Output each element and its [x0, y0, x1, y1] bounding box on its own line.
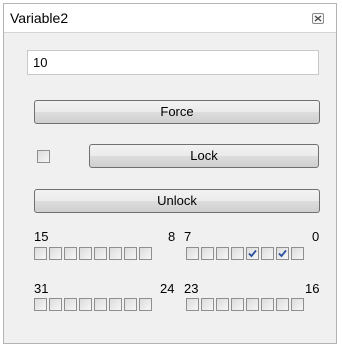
bit-label-0: 0 [312, 229, 320, 244]
bit-checkbox-26[interactable] [109, 298, 122, 311]
bit-checkbox-13[interactable] [64, 247, 77, 260]
bit-checkbox-14[interactable] [49, 247, 62, 260]
bit-checkbox-8[interactable] [139, 247, 152, 260]
bit-checkbox-7[interactable] [186, 247, 199, 260]
bit-checkbox-5[interactable] [216, 247, 229, 260]
bit-checkbox-0[interactable] [291, 247, 304, 260]
bit-checkbox-6[interactable] [201, 247, 214, 260]
bit-group-31-24 [34, 298, 152, 311]
force-button[interactable]: Force [34, 100, 320, 124]
bit-checkbox-24[interactable] [139, 298, 152, 311]
bit-label-23: 23 [184, 281, 199, 296]
bit-checkbox-25[interactable] [124, 298, 137, 311]
bit-checkbox-21[interactable] [216, 298, 229, 311]
bit-checkbox-29[interactable] [64, 298, 77, 311]
bit-label-31: 31 [34, 281, 49, 296]
bit-checkbox-3[interactable] [246, 247, 259, 260]
close-icon [314, 15, 322, 22]
bit-checkbox-23[interactable] [186, 298, 199, 311]
bit-label-15: 15 [34, 229, 49, 244]
bit-checkbox-2[interactable] [261, 247, 274, 260]
lock-checkbox[interactable] [37, 150, 50, 163]
bit-checkbox-17[interactable] [276, 298, 289, 311]
bit-group-7-0 [186, 247, 304, 260]
bit-label-7: 7 [184, 229, 192, 244]
bit-label-16: 16 [305, 281, 320, 296]
bit-checkbox-19[interactable] [246, 298, 259, 311]
check-mark-icon [248, 249, 257, 258]
bit-checkbox-9[interactable] [124, 247, 137, 260]
bit-checkbox-10[interactable] [109, 247, 122, 260]
bit-group-23-16 [186, 298, 304, 311]
bit-checkbox-11[interactable] [94, 247, 107, 260]
close-button[interactable] [312, 13, 324, 24]
value-input[interactable] [27, 50, 319, 75]
bit-checkbox-16[interactable] [291, 298, 304, 311]
title-bar: Variable2 [4, 4, 336, 33]
bit-checkbox-12[interactable] [79, 247, 92, 260]
bit-group-15-8 [34, 247, 152, 260]
bit-checkbox-27[interactable] [94, 298, 107, 311]
bit-checkbox-28[interactable] [79, 298, 92, 311]
lock-button[interactable]: Lock [89, 144, 319, 168]
bit-label-24: 24 [160, 281, 175, 296]
unlock-button[interactable]: Unlock [34, 189, 320, 213]
bit-checkbox-18[interactable] [261, 298, 274, 311]
window-title: Variable2 [10, 10, 69, 26]
bit-checkbox-1[interactable] [276, 247, 289, 260]
bit-checkbox-20[interactable] [231, 298, 244, 311]
bit-checkbox-22[interactable] [201, 298, 214, 311]
bit-label-8: 8 [168, 229, 176, 244]
bit-checkbox-30[interactable] [49, 298, 62, 311]
bit-checkbox-31[interactable] [34, 298, 47, 311]
bit-checkbox-4[interactable] [231, 247, 244, 260]
bit-checkbox-15[interactable] [34, 247, 47, 260]
check-mark-icon [278, 249, 287, 258]
